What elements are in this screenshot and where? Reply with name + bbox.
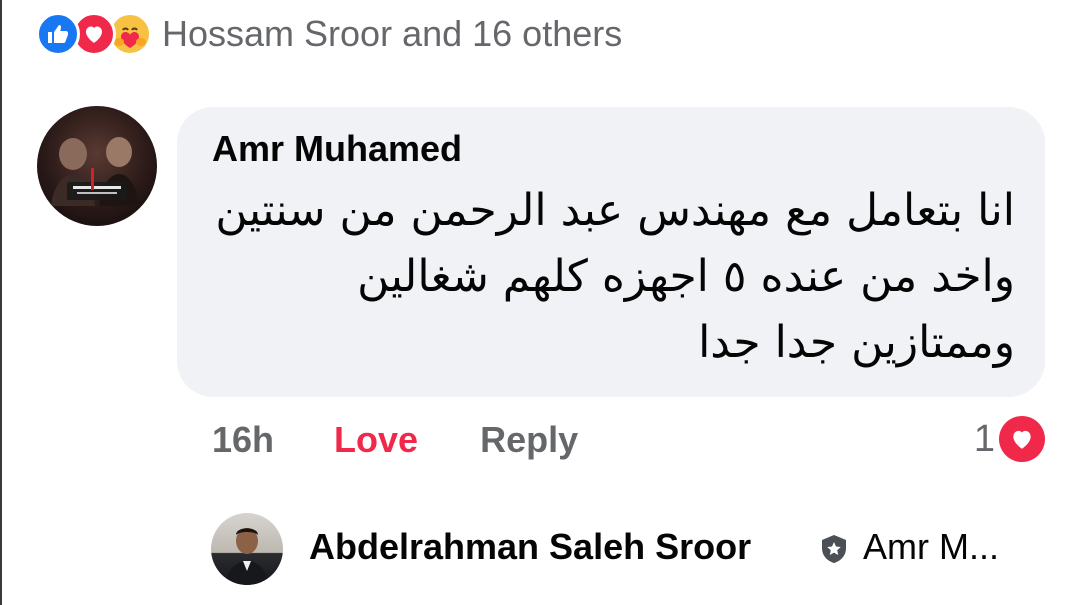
comment-timestamp[interactable]: 16h bbox=[212, 419, 274, 461]
reaction-count: 1 bbox=[973, 417, 995, 460]
reactions-summary[interactable]: Hossam Sroor and 16 others bbox=[36, 8, 622, 60]
reaction-icons bbox=[36, 12, 152, 56]
comment-reaction-count[interactable]: 1 bbox=[974, 414, 1045, 464]
comment-text: انا بتعامل مع مهندس عبد الرحمن من سنتين … bbox=[215, 185, 1015, 368]
left-border bbox=[0, 0, 2, 605]
comment-author[interactable]: Amr Muhamed bbox=[212, 128, 462, 170]
avatar-amr-muhamed[interactable] bbox=[37, 106, 157, 226]
avatar-abdelrahman[interactable] bbox=[211, 513, 283, 585]
reactions-summary-text[interactable]: Hossam Sroor and 16 others bbox=[162, 13, 622, 55]
love-icon bbox=[999, 416, 1045, 462]
like-icon bbox=[36, 12, 80, 56]
love-button[interactable]: Love bbox=[334, 419, 418, 461]
shield-badge-icon bbox=[818, 533, 850, 565]
comment-actions: 16h Love Reply bbox=[212, 416, 578, 464]
reply-to-name[interactable]: Amr M... bbox=[863, 526, 999, 568]
reply-author[interactable]: Abdelrahman Saleh Sroor bbox=[309, 526, 751, 568]
reply-button[interactable]: Reply bbox=[480, 419, 578, 461]
